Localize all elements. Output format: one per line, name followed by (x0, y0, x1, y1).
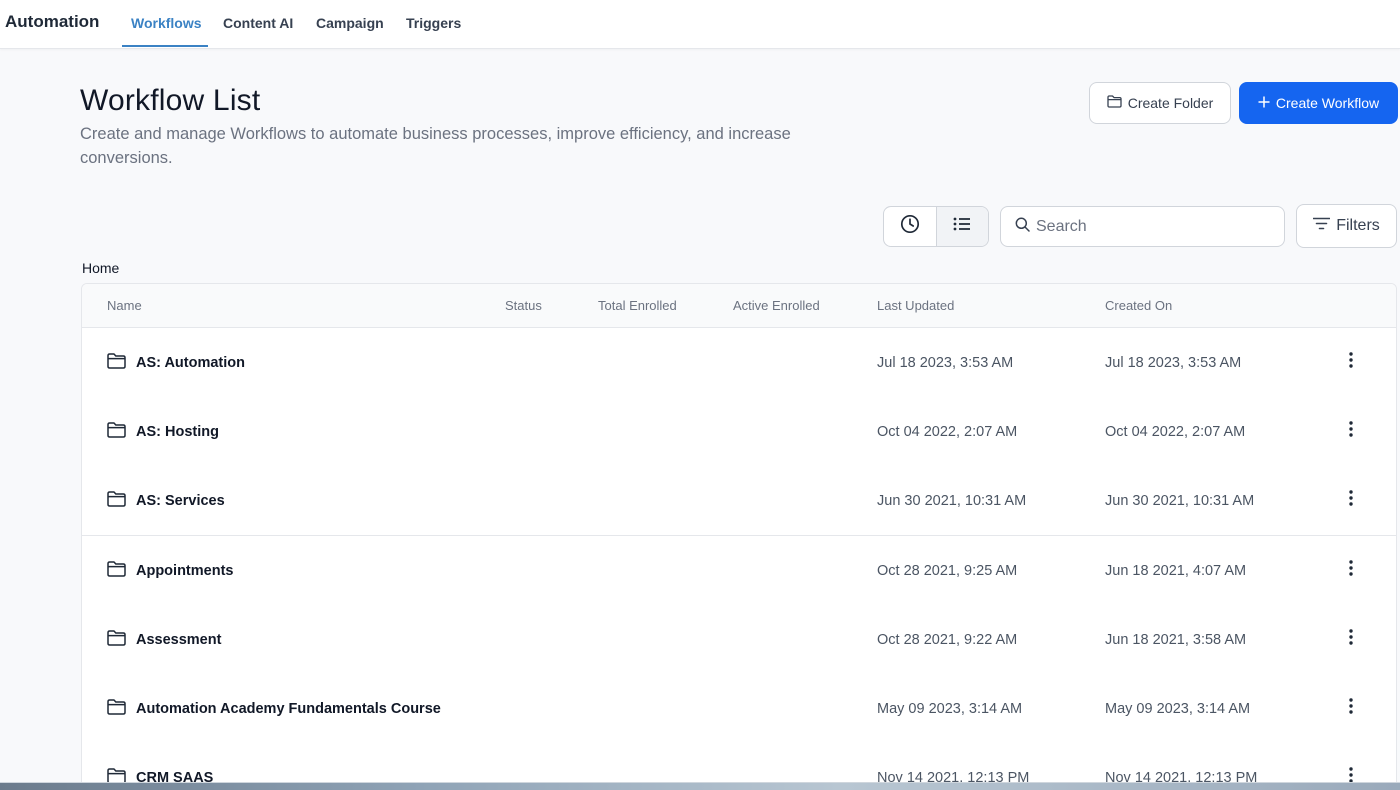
folder-name: Automation Academy Fundamentals Course (136, 700, 441, 717)
os-taskbar (0, 782, 1400, 790)
folder-name-cell: Assessment (107, 605, 221, 674)
tab-workflows[interactable]: Workflows (131, 15, 202, 31)
last-updated-cell: Jul 18 2023, 3:53 AM (877, 354, 1014, 371)
row-menu-button[interactable] (1340, 466, 1362, 535)
app-brand: Automation (5, 12, 100, 31)
active-tab-indicator (122, 45, 208, 47)
folder-name-cell: Automation Academy Fundamentals Course (107, 674, 441, 743)
folder-name-cell: AS: Services (107, 466, 225, 535)
column-header-total-enrolled[interactable]: Total Enrolled (598, 298, 677, 313)
last-updated-cell: Jun 30 2021, 10:31 AM (877, 492, 1027, 509)
filters-button[interactable]: Filters (1296, 204, 1397, 248)
create-workflow-button[interactable]: Create Workflow (1239, 82, 1398, 124)
created-on-cell: May 09 2023, 3:14 AM (1105, 700, 1251, 717)
create-folder-button[interactable]: Create Folder (1089, 82, 1231, 124)
table-row[interactable]: AS: Hosting Oct 04 2022, 2:07 AM Oct 04 … (82, 397, 1396, 467)
folder-icon (107, 490, 126, 511)
folder-name: Assessment (136, 631, 222, 648)
kebab-menu-icon (1349, 490, 1353, 511)
created-on-cell: Oct 04 2022, 2:07 AM (1105, 423, 1246, 440)
page-description: Create and manage Workflows to automate … (80, 125, 791, 167)
created-on-cell: Jun 18 2021, 3:58 AM (1105, 631, 1247, 648)
last-updated-cell: Oct 04 2022, 2:07 AM (877, 423, 1018, 440)
tab-content-ai[interactable]: Content AI (223, 15, 293, 31)
created-on-cell: Jun 30 2021, 10:31 AM (1105, 492, 1255, 509)
folder-icon (107, 698, 126, 719)
row-menu-button[interactable] (1340, 397, 1362, 466)
folder-name-cell: AS: Automation (107, 328, 245, 397)
folder-name: Appointments (136, 562, 234, 579)
last-updated-cell: Oct 28 2021, 9:25 AM (877, 562, 1018, 579)
recent-view-button[interactable] (884, 207, 936, 246)
kebab-menu-icon (1349, 698, 1353, 719)
row-menu-button[interactable] (1340, 674, 1362, 743)
search-input[interactable] (1036, 217, 1266, 236)
table-row[interactable]: Assessment Oct 28 2021, 9:22 AM Jun 18 2… (82, 605, 1396, 675)
search-icon (1015, 217, 1030, 237)
tab-campaign[interactable]: Campaign (316, 15, 384, 31)
search-field (1000, 206, 1285, 247)
table-header: Name Status Total Enrolled Active Enroll… (82, 284, 1396, 328)
table-row[interactable]: AS: Automation Jul 18 2023, 3:53 AM Jul … (82, 328, 1396, 398)
folder-icon (107, 421, 126, 442)
folder-name: AS: Services (136, 492, 225, 509)
folder-icon (1107, 95, 1122, 111)
kebab-menu-icon (1349, 352, 1353, 373)
folder-name: AS: Hosting (136, 423, 219, 440)
row-menu-button[interactable] (1340, 328, 1362, 397)
filters-label: Filters (1336, 217, 1380, 234)
row-menu-button[interactable] (1340, 536, 1362, 605)
folder-icon (107, 560, 126, 581)
created-on-cell: Jun 18 2021, 4:07 AM (1105, 562, 1247, 579)
table-row[interactable]: Appointments Oct 28 2021, 9:25 AM Jun 18… (82, 536, 1396, 606)
created-on-cell: Jul 18 2023, 3:53 AM (1105, 354, 1242, 371)
clock-icon (900, 214, 920, 239)
kebab-menu-icon (1349, 629, 1353, 650)
row-menu-button[interactable] (1340, 605, 1362, 674)
folder-name-cell: Appointments (107, 536, 233, 605)
tab-triggers[interactable]: Triggers (406, 15, 461, 31)
view-mode-toggle (883, 206, 989, 247)
page-title: Workflow List (80, 84, 261, 117)
column-header-created-on[interactable]: Created On (1105, 298, 1172, 313)
column-header-last-updated[interactable]: Last Updated (877, 298, 954, 313)
kebab-menu-icon (1349, 560, 1353, 581)
last-updated-cell: May 09 2023, 3:14 AM (877, 700, 1023, 717)
table-row[interactable]: AS: Services Jun 30 2021, 10:31 AM Jun 3… (82, 466, 1396, 536)
create-workflow-label: Create Workflow (1275, 95, 1380, 111)
list-icon (953, 217, 971, 236)
column-header-name[interactable]: Name (107, 298, 142, 313)
breadcrumb[interactable]: Home (82, 260, 119, 276)
kebab-menu-icon (1349, 421, 1353, 442)
top-nav: Automation Workflows Content AI Campaign… (0, 0, 1400, 49)
column-header-active-enrolled[interactable]: Active Enrolled (733, 298, 820, 313)
folder-name: AS: Automation (136, 354, 246, 371)
folder-icon (107, 629, 126, 650)
list-view-button[interactable] (935, 207, 988, 246)
table-row[interactable]: Automation Academy Fundamentals Course M… (82, 674, 1396, 744)
column-header-status[interactable]: Status (505, 298, 542, 313)
workflow-table: Name Status Total Enrolled Active Enroll… (81, 283, 1397, 790)
create-folder-label: Create Folder (1127, 95, 1214, 111)
folder-name-cell: AS: Hosting (107, 397, 219, 466)
filter-icon (1312, 217, 1331, 235)
folder-icon (107, 352, 126, 373)
plus-icon (1258, 95, 1270, 111)
last-updated-cell: Oct 28 2021, 9:22 AM (877, 631, 1018, 648)
